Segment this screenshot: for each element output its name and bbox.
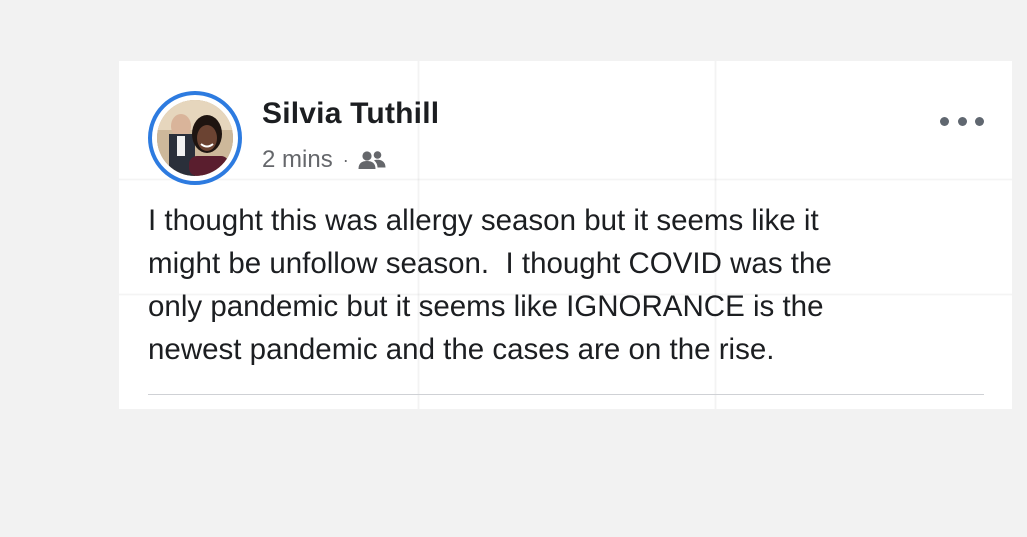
- author-name[interactable]: Silvia Tuthill: [262, 97, 439, 131]
- more-dot: [940, 116, 949, 126]
- post-divider: [148, 394, 984, 395]
- avatar-photo: [157, 100, 233, 176]
- post-card: Silvia Tuthill 2 mins · I thought this w…: [119, 61, 1012, 409]
- more-dot: [975, 116, 984, 126]
- more-dot: [957, 116, 967, 126]
- avatar[interactable]: [157, 100, 233, 176]
- meta-separator: ·: [342, 149, 349, 170]
- crease-line: [119, 178, 1012, 181]
- post-timestamp[interactable]: 2 mins: [262, 146, 333, 174]
- post-meta: 2 mins ·: [262, 145, 386, 175]
- post-body-text: I thought this was allergy season but it…: [148, 204, 832, 366]
- more-options-icon[interactable]: [940, 109, 984, 133]
- friends-icon[interactable]: [358, 150, 386, 170]
- author-avatar-ring[interactable]: [148, 91, 242, 185]
